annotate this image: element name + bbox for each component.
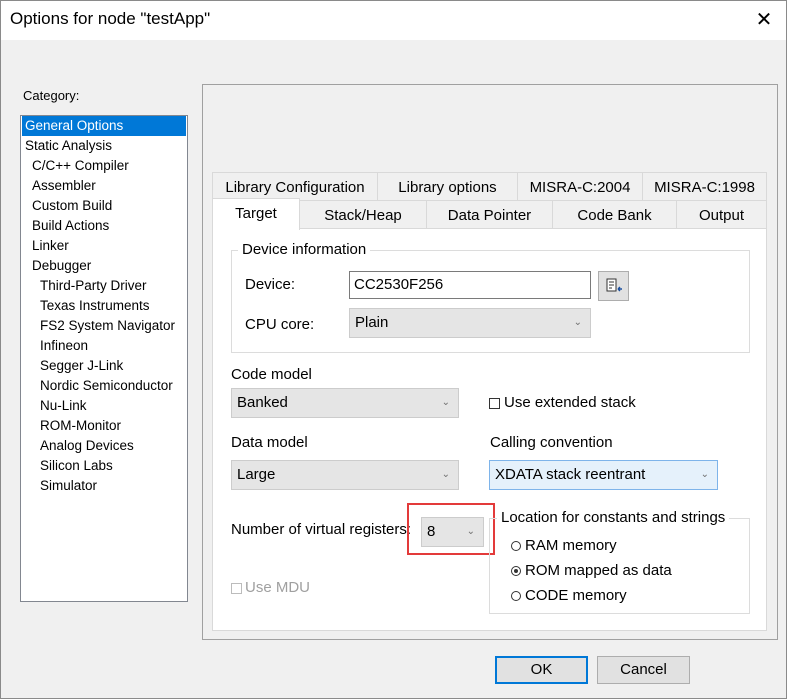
tab-stack-heap[interactable]: Stack/Heap — [299, 200, 427, 229]
category-item-debugger[interactable]: Debugger — [32, 256, 95, 276]
category-item-analog-devices[interactable]: Analog Devices — [40, 436, 138, 456]
chevron-down-icon: ⌄ — [441, 397, 450, 408]
category-item-texas-instruments[interactable]: Texas Instruments — [40, 296, 154, 316]
chevron-down-icon: ⌄ — [700, 469, 709, 480]
highlight-annotation-box — [407, 503, 495, 555]
tab-library-options[interactable]: Library options — [377, 172, 518, 201]
code-model-label: Code model — [231, 366, 312, 383]
calling-convention-select[interactable]: XDATA stack reentrant ⌄ — [489, 460, 718, 490]
radio-ram-memory[interactable] — [511, 541, 521, 551]
window-title: Options for node "testApp" — [10, 9, 211, 28]
radio-ram-memory-label: RAM memory — [525, 537, 617, 554]
category-item-segger-j-link[interactable]: Segger J-Link — [40, 356, 127, 376]
data-model-select[interactable]: Large ⌄ — [231, 460, 459, 490]
category-item-fs2-system-navigator[interactable]: FS2 System Navigator — [40, 316, 179, 336]
use-extended-stack-label: Use extended stack — [504, 394, 636, 411]
category-item-nu-link[interactable]: Nu-Link — [40, 396, 91, 416]
device-select-button[interactable] — [598, 271, 629, 301]
chevron-down-icon: ⌄ — [573, 317, 582, 328]
radio-rom-mapped-as-data[interactable] — [511, 566, 521, 576]
category-item-c-cpp-compiler[interactable]: C/C++ Compiler — [32, 156, 133, 176]
calling-convention-value: XDATA stack reentrant — [495, 466, 646, 483]
cpu-core-label: CPU core: — [245, 316, 315, 333]
close-button[interactable]: ✕ — [750, 6, 778, 34]
device-field[interactable]: CC2530F256 — [349, 271, 591, 299]
category-item-simulator[interactable]: Simulator — [40, 476, 101, 496]
use-mdu-checkbox[interactable] — [231, 583, 242, 594]
category-item-build-actions[interactable]: Build Actions — [32, 216, 113, 236]
device-select-icon — [606, 278, 622, 292]
category-item-infineon[interactable]: Infineon — [40, 336, 92, 356]
chevron-down-icon: ⌄ — [441, 469, 450, 480]
data-model-label: Data model — [231, 434, 308, 451]
tab-code-bank[interactable]: Code Bank — [552, 200, 677, 229]
data-model-value: Large — [237, 466, 276, 483]
category-item-custom-build[interactable]: Custom Build — [32, 196, 116, 216]
category-item-rom-monitor[interactable]: ROM-Monitor — [40, 416, 125, 436]
category-item-static-analysis[interactable]: Static Analysis — [25, 136, 116, 156]
tab-target[interactable]: Target — [212, 198, 300, 230]
category-item-assembler[interactable]: Assembler — [32, 176, 100, 196]
device-information-label: Device information — [238, 241, 371, 258]
use-mdu-label: Use MDU — [245, 579, 311, 596]
category-item-silicon-labs[interactable]: Silicon Labs — [40, 456, 117, 476]
category-item-general-options[interactable]: General Options — [22, 116, 186, 136]
category-item-linker[interactable]: Linker — [32, 236, 73, 256]
category-item-third-party-driver[interactable]: Third-Party Driver — [40, 276, 151, 296]
category-list[interactable]: General Options Static Analysis C/C++ Co… — [20, 115, 188, 602]
cancel-button[interactable]: Cancel — [597, 656, 690, 684]
radio-code-memory[interactable] — [511, 591, 521, 601]
cpu-core-value: Plain — [355, 314, 389, 331]
location-group-label: Location for constants and strings — [497, 509, 730, 526]
code-model-select[interactable]: Banked ⌄ — [231, 388, 459, 418]
tab-misra-c-2004[interactable]: MISRA-C:2004 — [517, 172, 643, 201]
tab-misra-c-1998[interactable]: MISRA-C:1998 — [642, 172, 767, 201]
device-label: Device: — [245, 276, 296, 293]
cpu-core-select[interactable]: Plain ⌄ — [349, 308, 591, 338]
code-model-value: Banked — [237, 394, 288, 411]
use-extended-stack-checkbox[interactable] — [489, 398, 500, 409]
virtual-registers-label: Number of virtual registers: — [231, 521, 412, 538]
tab-library-configuration[interactable]: Library Configuration — [212, 172, 378, 201]
category-item-nordic-semiconductor[interactable]: Nordic Semiconductor — [40, 376, 177, 396]
radio-code-memory-label: CODE memory — [525, 587, 627, 604]
calling-convention-label: Calling convention — [490, 434, 613, 451]
category-label: Category: — [23, 88, 80, 103]
ok-button[interactable]: OK — [495, 656, 588, 684]
tab-data-pointer[interactable]: Data Pointer — [426, 200, 553, 229]
tab-output[interactable]: Output — [676, 200, 767, 229]
radio-rom-mapped-as-data-label: ROM mapped as data — [525, 562, 672, 579]
